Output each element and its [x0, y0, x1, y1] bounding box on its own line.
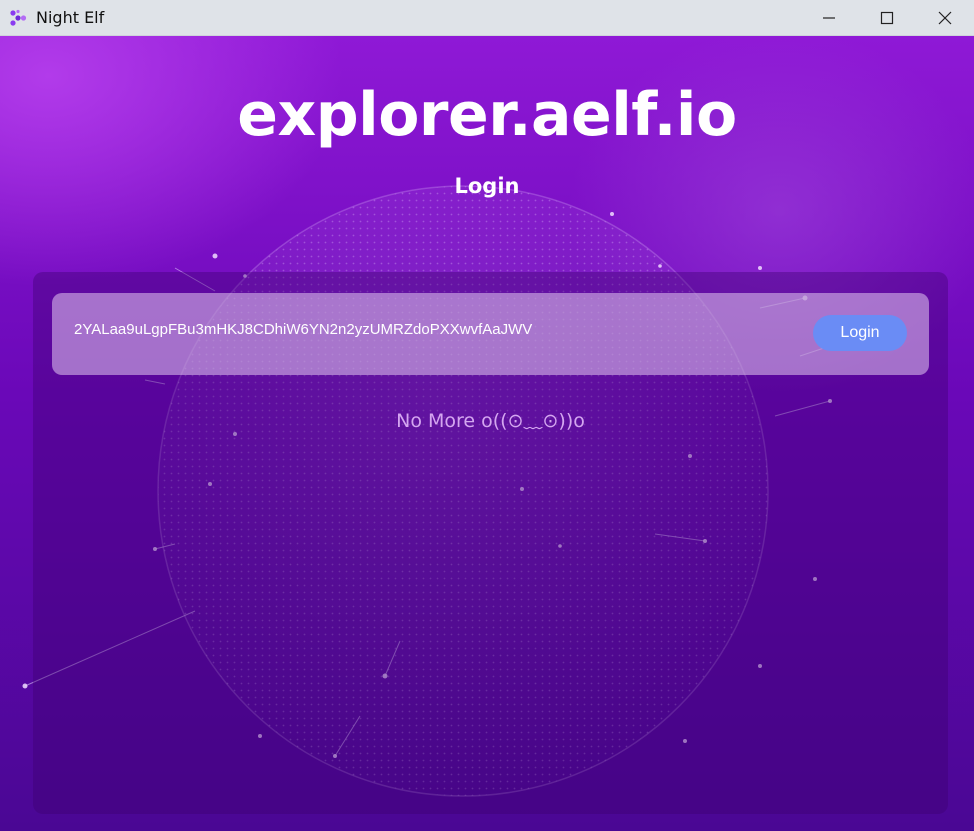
minimize-icon — [823, 17, 835, 19]
app-content: explorer.aelf.io Login 2YALaa9uLgpFBu3mH… — [0, 36, 974, 831]
close-icon — [938, 11, 952, 25]
no-more-message: No More o((⊙﹏⊙))o — [396, 410, 585, 432]
login-button[interactable]: Login — [813, 315, 907, 351]
title-bar: Night Elf — [0, 0, 974, 36]
minimize-button[interactable] — [800, 0, 858, 36]
page-heading: Login — [454, 174, 520, 198]
account-row: 2YALaa9uLgpFBu3mHKJ8CDhiW6YN2n2yzUMRZdoP… — [52, 293, 929, 375]
maximize-button[interactable] — [858, 0, 916, 36]
account-list-panel: 2YALaa9uLgpFBu3mHKJ8CDhiW6YN2n2yzUMRZdoP… — [33, 272, 948, 814]
account-address: 2YALaa9uLgpFBu3mHKJ8CDhiW6YN2n2yzUMRZdoP… — [74, 321, 533, 338]
window-controls — [800, 0, 974, 36]
site-title: explorer.aelf.io — [237, 80, 737, 150]
night-elf-window: Night Elf explorer.aelf.io Login 2YALaa9… — [0, 0, 974, 831]
close-button[interactable] — [916, 0, 974, 36]
maximize-icon — [880, 11, 894, 25]
night-elf-logo-icon — [10, 9, 27, 26]
window-title: Night Elf — [36, 8, 105, 27]
